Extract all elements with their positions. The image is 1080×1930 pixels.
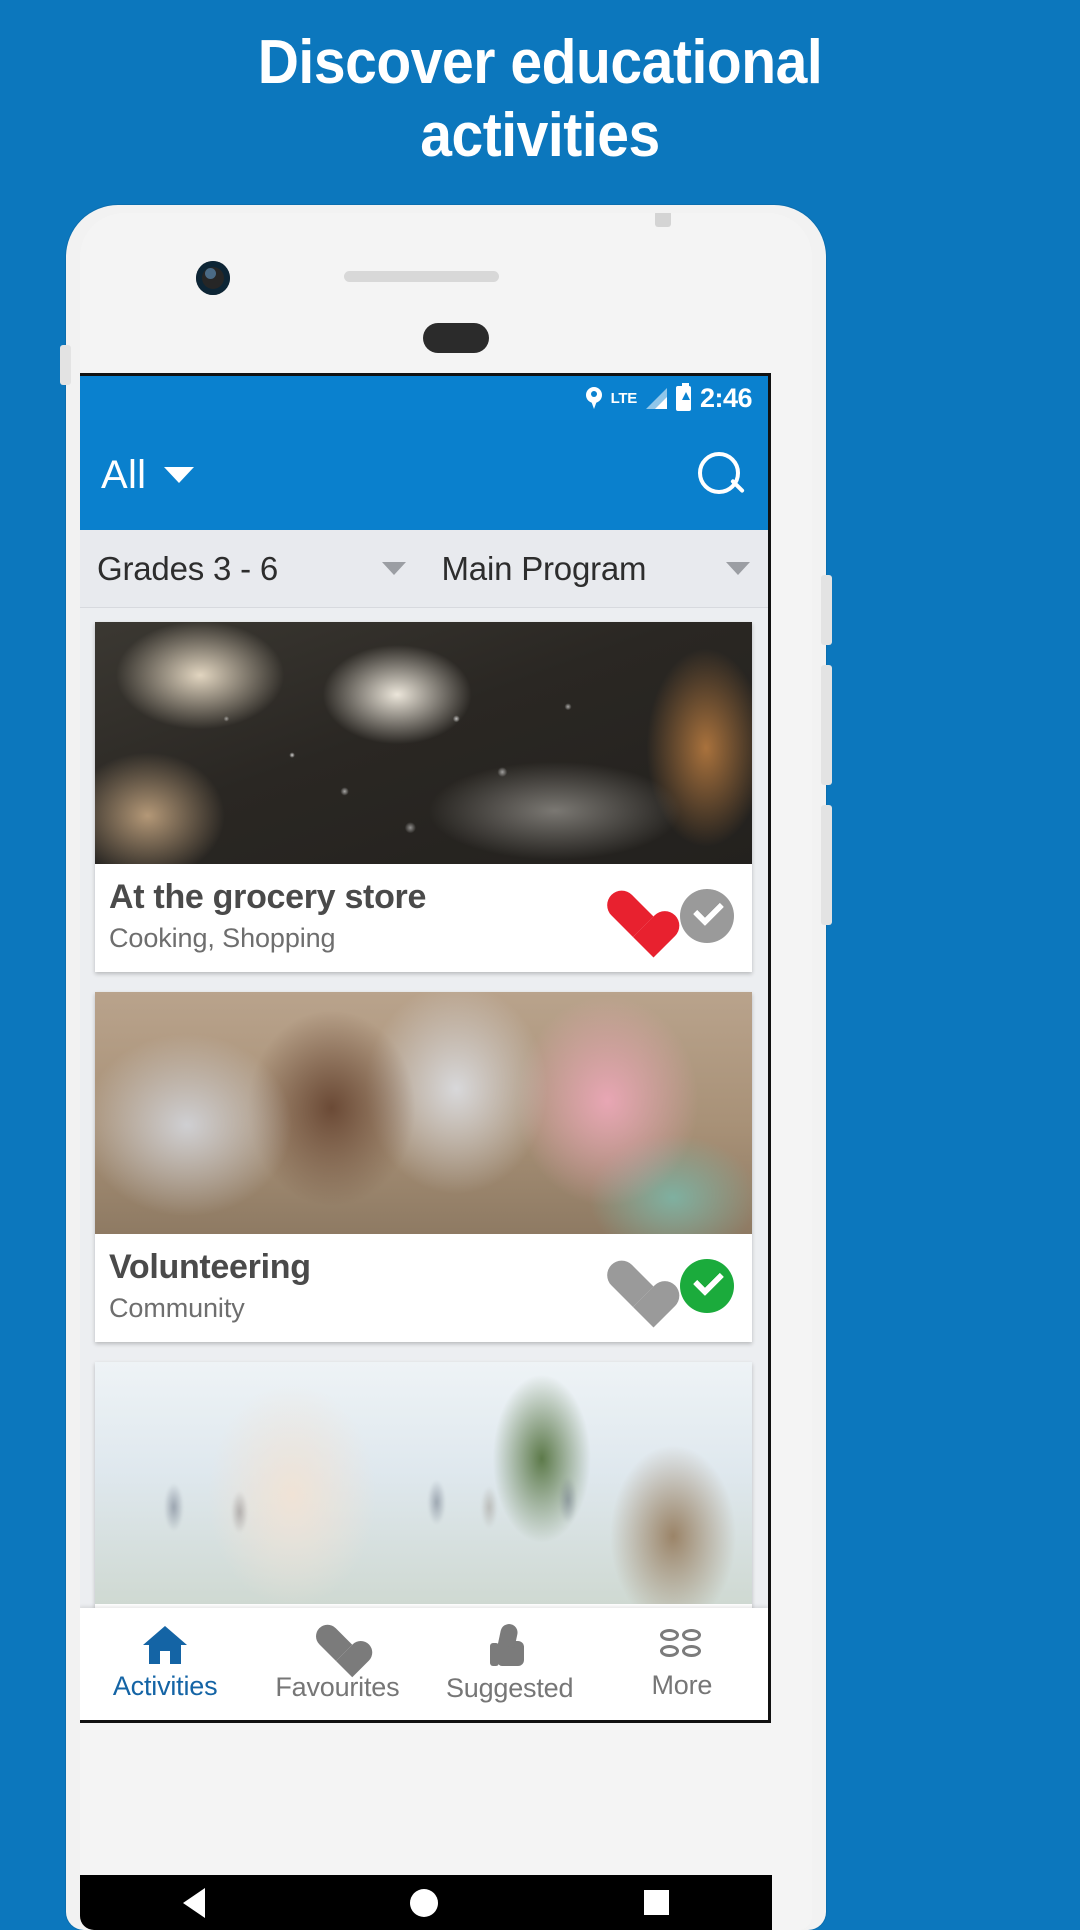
activity-card[interactable]: Volunteering Community [95,992,752,1343]
activity-card-title: Volunteering [109,1248,311,1287]
nav-item-more-label: More [651,1670,713,1700]
status-clock: 2:46 [699,382,753,413]
image-detail-overlay [95,622,752,864]
page-title-line-2: activities [420,101,660,171]
heart-icon [315,1625,359,1665]
phone-volume-up-button [821,665,832,785]
activity-card-body: At the grocery store Cooking, Shopping [95,864,752,972]
activity-card-image [95,1362,752,1605]
nav-item-favourites[interactable]: Favourites [251,1608,423,1720]
chevron-down-icon[interactable] [726,562,750,575]
page-title-line-1: Discover educational [257,28,823,97]
phone-device-body: LTE 2:46 All Grades 3 - 6 Main Program A… [80,213,812,1930]
app-toolbar: All [80,420,768,530]
proximity-sensor [655,213,671,227]
filter-grades-label: Grades 3 - 6 [97,549,279,587]
activity-card-text: At the grocery store Cooking, Shopping [109,878,606,954]
check-circle-icon[interactable] [680,889,734,944]
back-triangle-icon[interactable] [182,1887,205,1918]
home-circle-icon[interactable] [410,1888,439,1917]
more-grid-icon [659,1627,705,1663]
activity-card[interactable]: At the grocery store Cooking, Shopping [95,622,752,973]
nav-item-favourites-label: Favourites [275,1672,400,1702]
activity-card-body: Volunteering Community [95,1234,752,1342]
hardware-home-button[interactable] [423,323,489,353]
phone-power-button [821,575,832,645]
bottom-navigation-bar: Activities Favourites Suggested More [80,1608,768,1720]
network-label: LTE [610,389,638,407]
activity-card-title: At the grocery store [109,878,427,916]
filter-program[interactable]: Main Program [424,530,769,607]
page-title: Discover educational activities [43,26,1037,172]
nav-item-suggested-label: Suggested [445,1673,574,1703]
activity-card-text: Volunteering Community [109,1248,606,1324]
activity-card-image [95,992,752,1235]
phone-volume-down-button [821,805,832,925]
activity-card-actions [606,1259,738,1314]
chevron-down-icon[interactable] [381,562,406,575]
activity-card-image [95,622,752,864]
heart-icon[interactable] [606,1260,662,1312]
filter-bar: Grades 3 - 6 Main Program [80,530,768,608]
heart-icon[interactable] [606,890,662,942]
activity-card-subtitle: Community [109,1293,245,1324]
phone-device-frame: LTE 2:46 All Grades 3 - 6 Main Program A… [60,205,832,1930]
activity-card-actions [606,889,738,944]
activity-card-subtitle: Cooking, Shopping [109,923,336,954]
search-icon[interactable] [696,450,746,500]
activity-card-list: At the grocery store Cooking, Shopping V… [80,608,768,1703]
category-dropdown-label[interactable]: All [101,453,146,498]
nav-item-suggested[interactable]: Suggested [424,1608,596,1720]
front-camera-icon [196,261,230,295]
check-circle-icon[interactable] [680,1259,734,1314]
recent-square-icon[interactable] [644,1890,670,1915]
signal-bars-icon [645,387,667,409]
nav-item-activities[interactable]: Activities [80,1608,251,1720]
thumbs-up-icon [489,1624,530,1666]
filter-program-label: Main Program [441,549,647,587]
home-icon [143,1626,188,1664]
image-detail-overlay [95,1362,752,1605]
earpiece-speaker [344,271,499,282]
location-pin-icon [585,386,602,410]
chevron-down-icon[interactable] [164,467,195,483]
android-system-nav-bar [80,1875,772,1930]
phone-left-button [60,345,71,385]
nav-item-more[interactable]: More [596,1608,768,1720]
phone-screen: LTE 2:46 All Grades 3 - 6 Main Program A… [80,373,771,1723]
filter-grades[interactable]: Grades 3 - 6 [80,530,424,607]
battery-charging-icon [675,382,691,411]
status-bar: LTE 2:46 [80,376,768,420]
nav-item-activities-label: Activities [112,1671,218,1701]
